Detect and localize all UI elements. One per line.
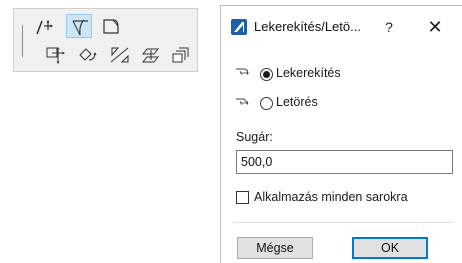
palette-grip[interactable] — [22, 25, 23, 57]
cut-corner-icon — [103, 19, 119, 34]
fillet-radio-label: Lekerekítés — [276, 66, 341, 80]
mirror-icon — [110, 47, 129, 63]
fillet-icon — [236, 68, 249, 76]
elevate-icon — [141, 48, 160, 63]
copy-tool-button[interactable] — [168, 43, 194, 67]
line-move-icon — [36, 20, 53, 35]
fillet-chamfer-tool-button[interactable] — [66, 14, 92, 38]
button-divider — [233, 222, 453, 223]
chamfer-radio-label: Letörés — [276, 95, 318, 109]
tool-palette — [13, 8, 198, 72]
fillet-chamfer-dialog: Lekerekítés/Letö... ? ✕ Lekerekítés Letö… — [220, 5, 462, 263]
line-move-tool-button[interactable] — [32, 15, 58, 39]
rotate-icon — [79, 48, 97, 61]
copy-icon — [172, 47, 189, 63]
dialog-titlebar[interactable]: Lekerekítés/Letö... ? ✕ — [221, 6, 462, 42]
drag-icon — [46, 47, 65, 64]
close-button[interactable]: ✕ — [419, 15, 451, 39]
mirror-tool-button[interactable] — [106, 43, 132, 67]
cancel-button[interactable]: Mégse — [237, 237, 313, 259]
archicad-app-icon — [231, 19, 247, 35]
dialog-title: Lekerekítés/Letö... — [254, 19, 361, 34]
radius-label: Sugár: — [236, 130, 273, 144]
help-button[interactable]: ? — [375, 15, 403, 39]
chamfer-icon — [236, 98, 249, 106]
drag-tool-button[interactable] — [42, 43, 68, 67]
corner-fillet-icon — [72, 19, 88, 36]
apply-all-corners-label: Alkalmazás minden sarokra — [254, 190, 408, 204]
chamfer-radio[interactable] — [260, 97, 273, 110]
fillet-radio[interactable] — [260, 68, 273, 81]
rotate-tool-button[interactable] — [74, 43, 100, 67]
ok-button[interactable]: OK — [352, 237, 428, 259]
radius-input[interactable] — [236, 150, 453, 174]
elevate-tool-button[interactable] — [138, 43, 164, 67]
cut-corner-tool-button[interactable] — [98, 15, 124, 39]
apply-all-corners-checkbox[interactable] — [236, 191, 249, 204]
